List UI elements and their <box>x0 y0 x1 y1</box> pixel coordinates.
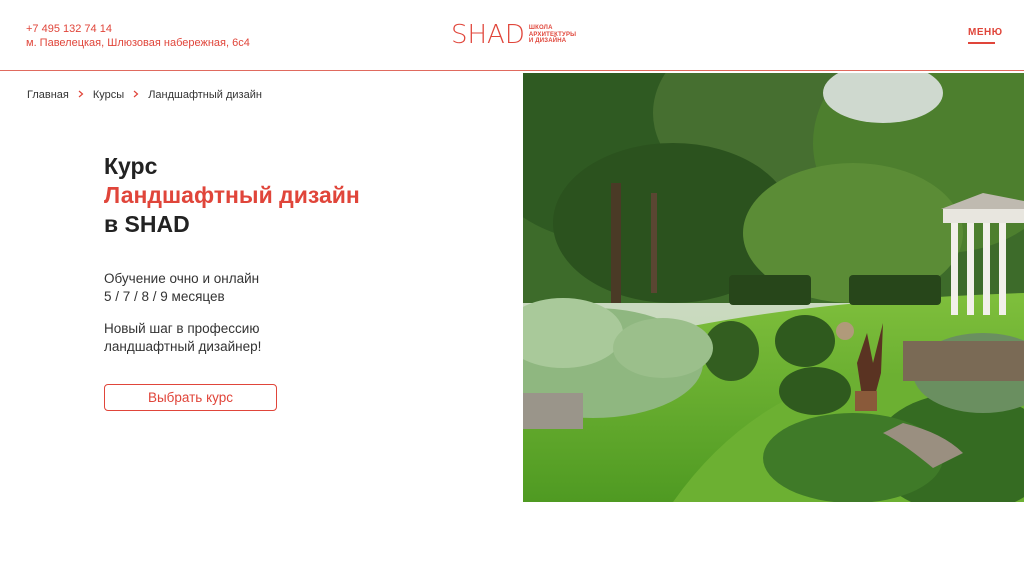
chevron-right-icon <box>133 89 139 101</box>
phone-link[interactable]: +7 495 132 74 14 <box>26 22 250 36</box>
logo-sub-line: и дизайна <box>528 38 567 45</box>
title-line: в SHAD <box>104 211 190 237</box>
logo-subtitle: школа архитектуры и дизайна <box>529 25 576 45</box>
page-title: Курс Ландшафтный дизайн в SHAD <box>104 152 360 239</box>
menu-underline <box>968 42 995 44</box>
breadcrumb-courses[interactable]: Курсы <box>93 89 124 101</box>
logo-mark: SHAD <box>451 20 525 50</box>
duration-line: 5 / 7 / 8 / 9 месяцев <box>104 289 225 304</box>
chevron-right-icon <box>78 89 84 101</box>
breadcrumb-home[interactable]: Главная <box>27 89 69 101</box>
title-line: Курс <box>104 153 158 179</box>
site-logo[interactable]: SHAD школа архитектуры и дизайна <box>451 22 576 48</box>
course-tagline: Новый шаг в профессию ландшафтный дизайн… <box>104 320 261 356</box>
format-line: Обучение очно и онлайн <box>104 271 260 286</box>
course-format: Обучение очно и онлайн 5 / 7 / 8 / 9 мес… <box>104 270 259 306</box>
contact-block: +7 495 132 74 14 м. Павелецкая, Шлюзовая… <box>26 22 250 50</box>
tagline-line: Новый шаг в профессию <box>104 321 260 336</box>
choose-course-button[interactable]: Выбрать курс <box>104 384 277 411</box>
title-accent: Ландшафтный дизайн <box>104 182 360 208</box>
site-header: +7 495 132 74 14 м. Павелецкая, Шлюзовая… <box>0 0 1024 71</box>
address-link[interactable]: м. Павелецкая, Шлюзовая набережная, 6с4 <box>26 36 250 50</box>
breadcrumb: Главная Курсы Ландшафтный дизайн <box>27 89 262 101</box>
garden-illustration <box>523 73 1024 502</box>
garden-photo <box>523 73 1024 502</box>
tagline-line: ландшафтный дизайнер! <box>104 339 262 354</box>
breadcrumb-current: Ландшафтный дизайн <box>148 89 262 101</box>
menu-button[interactable]: МЕНЮ <box>968 27 1003 38</box>
